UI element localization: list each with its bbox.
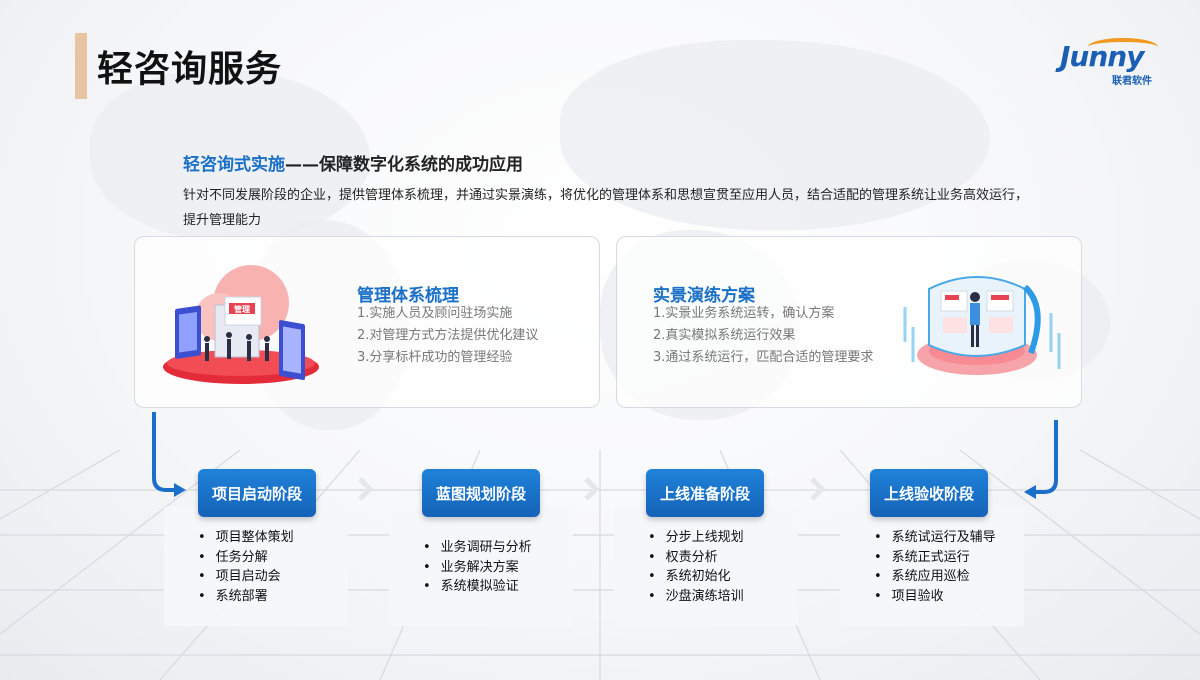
slide: 轻咨询服务 Junny 联君软件 轻咨询式实施——保障数字化系统的成功应用 针对… xyxy=(0,0,1200,680)
flow-arrow-right xyxy=(1024,420,1058,499)
stage-button-kickoff[interactable]: 项目启动阶段 xyxy=(198,469,316,517)
card-scenario-drill: 实景演练方案 1.实景业务系统运转，确认方案 2.真实模拟系统运行效果 3.通过… xyxy=(616,236,1082,408)
stage-button-acceptance[interactable]: 上线验收阶段 xyxy=(870,469,988,517)
card-item: 3.通过系统运行，匹配合适的管理要求 xyxy=(653,350,874,365)
chevron-right-icon xyxy=(584,477,600,501)
headline-highlight: 轻咨询式实施 xyxy=(183,155,285,175)
page-title: 轻咨询服务 xyxy=(97,49,283,90)
title-accent-bar xyxy=(75,33,87,99)
chevron-right-icon xyxy=(358,477,374,501)
stage-task-list: 项目整体策划 任务分解 项目启动会 系统部署 xyxy=(198,528,294,606)
stage-task-list: 分步上线规划 权责分析 系统初始化 沙盘演练培训 xyxy=(648,528,744,606)
stage-panel-kickoff: 项目整体策划 任务分解 项目启动会 系统部署 xyxy=(164,506,348,626)
flow-arrow-left xyxy=(152,412,186,497)
chevron-right-icon xyxy=(810,477,826,501)
stage-button-blueprint[interactable]: 蓝图规划阶段 xyxy=(422,469,540,517)
illustration-label: 管理 xyxy=(234,304,250,314)
simulation-illustration xyxy=(903,276,1061,375)
card-item: 2.真实模拟系统运行效果 xyxy=(653,328,796,343)
logo-wordmark: Junny xyxy=(1060,40,1144,73)
company-logo: Junny 联君软件 xyxy=(1060,38,1170,88)
stage-panel-blueprint: 业务调研与分析 业务解决方案 系统模拟验证 xyxy=(389,506,573,626)
stage-task: 系统初始化 xyxy=(648,567,744,587)
stage-task: 沙盘演练培训 xyxy=(648,587,744,607)
stage-panel-acceptance: 系统试运行及辅导 系统正式运行 系统应用巡检 项目验收 xyxy=(840,506,1024,626)
stage-task: 任务分解 xyxy=(198,548,294,568)
stage-task: 系统部署 xyxy=(198,587,294,607)
stage-task: 项目启动会 xyxy=(198,567,294,587)
card-item: 1.实施人员及顾问驻场实施 xyxy=(357,306,513,321)
stage-panel-golive-prep: 分步上线规划 权责分析 系统初始化 沙盘演练培训 xyxy=(614,506,798,626)
stage-task: 系统试运行及辅导 xyxy=(874,528,996,548)
intro-description: 针对不同发展阶段的企业，提供管理体系梳理，并通过实景演练，将优化的管理体系和思想… xyxy=(183,188,1029,228)
stage-task-list: 系统试运行及辅导 系统正式运行 系统应用巡检 项目验收 xyxy=(874,528,996,606)
stage-task: 项目验收 xyxy=(874,587,996,607)
stage-task: 系统应用巡检 xyxy=(874,567,996,587)
headline-rest: ——保障数字化系统的成功应用 xyxy=(285,155,523,175)
stage-task: 分步上线规划 xyxy=(648,528,744,548)
stage-task: 系统正式运行 xyxy=(874,548,996,568)
stage-button-golive-prep[interactable]: 上线准备阶段 xyxy=(646,469,764,517)
stage-task-list: 业务调研与分析 业务解决方案 系统模拟验证 xyxy=(423,538,532,597)
card-item: 2.对管理方式方法提供优化建议 xyxy=(357,328,539,343)
stage-task: 系统模拟验证 xyxy=(423,577,532,597)
card-item-list: 1.实施人员及顾问驻场实施 2.对管理方式方法提供优化建议 3.分享标杆成功的管… xyxy=(357,303,538,369)
card-management-system: 管理 管理体系梳理 1.实施人员及顾问驻场实施 2.对管理方式方法提供优化建议 … xyxy=(134,236,600,408)
stage-task: 项目整体策划 xyxy=(198,528,294,548)
headline: 轻咨询式实施——保障数字化系统的成功应用 xyxy=(183,150,523,175)
stage-task: 权责分析 xyxy=(648,548,744,568)
logo-subtitle: 联君软件 xyxy=(1112,76,1152,87)
stage-task: 业务调研与分析 xyxy=(423,538,532,558)
management-consulting-illustration: 管理 xyxy=(163,265,319,384)
card-item: 1.实景业务系统运转，确认方案 xyxy=(653,306,835,321)
stage-task: 业务解决方案 xyxy=(423,558,532,578)
card-item-list: 1.实景业务系统运转，确认方案 2.真实模拟系统运行效果 3.通过系统运行，匹配… xyxy=(653,303,873,369)
card-item: 3.分享标杆成功的管理经验 xyxy=(357,350,513,365)
